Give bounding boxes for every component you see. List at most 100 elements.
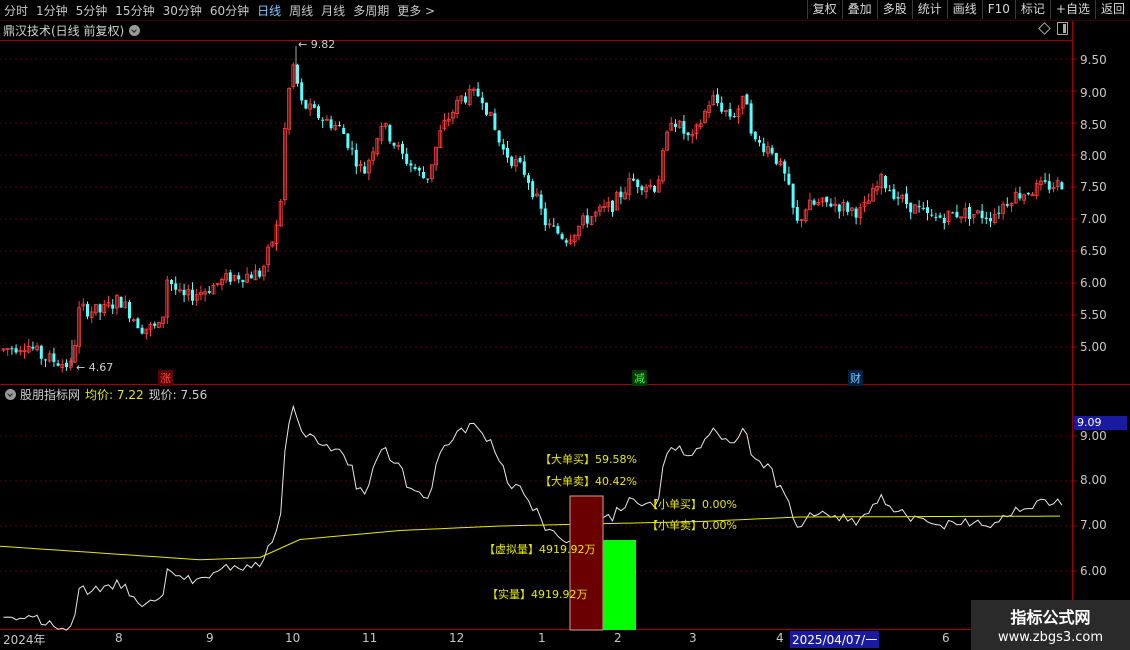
candle-body-down xyxy=(1060,182,1064,190)
candle-body-down xyxy=(119,296,123,308)
candle-body-down xyxy=(1018,193,1022,199)
candle-body-down xyxy=(989,218,992,222)
candle-body-down xyxy=(426,178,430,180)
candle-body-down xyxy=(632,178,635,181)
avg-price-label: 均价: xyxy=(85,387,114,402)
date-label: 1 xyxy=(538,631,546,645)
y-tick: 6.00 xyxy=(1080,276,1107,290)
indicator-header: 股朋指标网 均价: 7.22 现价: 7.56 xyxy=(0,386,207,402)
candlesticks xyxy=(1,62,1064,373)
current-price-value: 7.56 xyxy=(180,387,208,402)
candle-body-down xyxy=(401,143,404,154)
high-price-value: 9.82 xyxy=(310,38,336,51)
candle-body-down xyxy=(300,82,304,101)
stock-title: 鼎汉技术(日线 前复权) xyxy=(3,23,125,38)
candle-body-down xyxy=(111,304,115,309)
watermark-title: 指标公式网 xyxy=(1010,608,1091,627)
candle-body-down xyxy=(774,152,778,164)
candle-body-down xyxy=(321,119,325,121)
watermark-url: www.zbgs3.com xyxy=(997,630,1104,645)
candle-body-down xyxy=(674,123,677,128)
candle-body-down xyxy=(31,346,35,349)
ind-y-tick: 8.00 xyxy=(1080,473,1107,487)
candle-body-down xyxy=(174,283,178,290)
big-buy-annotation: 【大单买】59.58% xyxy=(540,453,637,466)
y-tick: 7.50 xyxy=(1080,180,1107,194)
candle-body-down xyxy=(552,225,556,227)
diamond-icon[interactable] xyxy=(1038,22,1051,35)
candle-body-down xyxy=(86,303,89,317)
candle-body-down xyxy=(968,206,971,220)
candle-body-down xyxy=(14,348,18,353)
candle-body-down xyxy=(753,131,757,140)
candle-body-down xyxy=(892,189,896,199)
candle-body-down xyxy=(896,197,900,199)
chevron-down-icon[interactable] xyxy=(129,24,141,36)
candle-body-down xyxy=(338,125,341,127)
candle-body-down xyxy=(501,144,505,150)
candle-body-down xyxy=(128,301,131,319)
candle-body-down xyxy=(346,133,350,149)
candle-body-down xyxy=(955,211,959,218)
candle-body-down xyxy=(485,102,488,115)
candle-body-down xyxy=(619,191,623,198)
candle-body-down xyxy=(258,270,262,277)
avg-price-value: 7.22 xyxy=(116,387,144,402)
candle-body-down xyxy=(191,289,194,301)
candle-body-down xyxy=(464,96,467,103)
candle-body-down xyxy=(1047,181,1051,190)
candle-body-down xyxy=(854,208,858,218)
candle-body-down xyxy=(241,279,245,283)
candle-body-down xyxy=(249,274,253,279)
candle-body-down xyxy=(409,163,413,166)
candle-body-down xyxy=(732,116,736,118)
big-sell-annotation: 【大单卖】40.42% xyxy=(540,475,637,488)
virtual-volume-annotation: 【虚拟量】4919.92万 xyxy=(484,543,596,556)
date-label: 11 xyxy=(362,631,378,645)
candle-body-down xyxy=(716,94,719,104)
date-label: 3 xyxy=(689,631,697,645)
candle-body-down xyxy=(510,156,514,166)
tag-finance[interactable]: 财 xyxy=(848,370,863,386)
candle-body-down xyxy=(522,161,526,175)
candle-body-down xyxy=(829,203,833,207)
indicator-name: 股朋指标网 xyxy=(20,387,81,402)
low-price-label: ← 4.67 xyxy=(76,361,114,374)
window-icon[interactable] xyxy=(1057,22,1068,35)
y-tick: 9.00 xyxy=(1080,86,1107,100)
candle-body-down xyxy=(560,234,564,239)
candle-body-down xyxy=(539,194,543,209)
candle-body-down xyxy=(354,149,358,167)
candle-body-down xyxy=(837,204,841,212)
candle-body-down xyxy=(56,363,60,366)
candle-body-down xyxy=(846,202,850,212)
ind-y-tick: 6.00 xyxy=(1080,564,1107,578)
candle-body-down xyxy=(207,291,211,293)
candle-body-down xyxy=(980,210,984,219)
candle-body-down xyxy=(65,362,68,368)
high-price-label: ← 9.82 xyxy=(298,38,336,51)
candle-body-down xyxy=(984,217,988,219)
grid-lines xyxy=(0,58,1077,572)
candle-body-down xyxy=(997,212,1001,214)
tag-reduce[interactable]: 减 xyxy=(632,370,647,386)
chevron-down-icon[interactable] xyxy=(5,388,16,400)
candle-body-down xyxy=(304,100,308,109)
candle-body-down xyxy=(98,304,102,313)
candle-body-down xyxy=(480,97,484,104)
candle-body-down xyxy=(825,196,829,203)
candle-body-down xyxy=(934,216,938,218)
candle-body-down xyxy=(422,172,425,179)
candle-body-down xyxy=(237,275,241,280)
date-label: 4 xyxy=(776,631,784,645)
candle-body-down xyxy=(312,104,316,108)
y-tick: 7.00 xyxy=(1080,212,1107,226)
candle-body-down xyxy=(905,193,908,205)
candle-body-down xyxy=(686,132,690,136)
candle-body-down xyxy=(812,200,816,205)
watermark: 指标公式网 www.zbgs3.com xyxy=(971,600,1130,650)
candle-body-down xyxy=(170,279,173,285)
tag-rise[interactable]: 涨 xyxy=(158,370,173,386)
candle-body-up xyxy=(324,118,329,121)
candle-body-down xyxy=(497,130,501,143)
